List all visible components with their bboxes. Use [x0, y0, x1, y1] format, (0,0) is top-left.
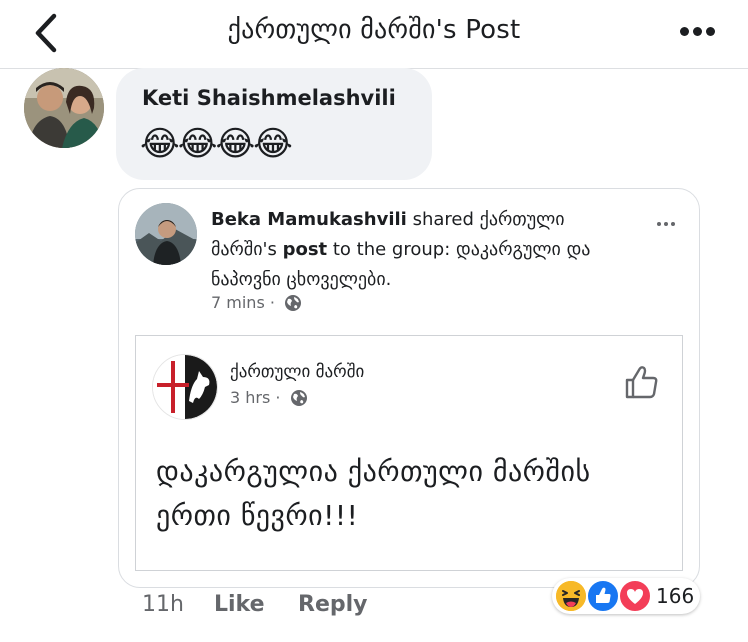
page-title: ქართული მარში's Post [227, 15, 521, 45]
profile-photo [135, 203, 197, 265]
comment-time[interactable]: 11h [142, 592, 184, 617]
sharer-name[interactable]: Beka Mamukashvili [211, 209, 407, 230]
more-horizontal-icon [680, 27, 689, 36]
comment-bubble[interactable]: Keti Shaishmelashvili 😂😂😂😂 [116, 68, 432, 180]
globe-icon [290, 390, 307, 406]
page-name[interactable]: ქართული მარში [230, 362, 364, 382]
sharer-avatar[interactable] [135, 203, 197, 265]
share-meta: 7 mins · [211, 293, 302, 312]
share-action-text: shared [406, 209, 480, 230]
more-options-button[interactable] [678, 22, 722, 42]
like-page-button[interactable] [624, 364, 660, 400]
thumbs-up-icon [625, 366, 658, 399]
share-time[interactable]: 7 mins [211, 293, 265, 312]
like-reaction-icon [586, 579, 620, 613]
post-meta: 3 hrs · [230, 388, 308, 407]
meta-separator: · [269, 293, 275, 312]
post-text: დაკარგულია ქართული მარშის ერთი წევრი!!! [156, 455, 591, 532]
like-button[interactable]: Like [214, 592, 265, 617]
meta-separator: · [275, 388, 281, 407]
original-post[interactable]: ქართული მარში 3 hrs · დაკარგულია ქართული… [135, 335, 683, 571]
group-prefix: to the group: [327, 239, 456, 260]
page-logo[interactable] [152, 354, 218, 420]
comment-author[interactable]: Keti Shaishmelashvili [142, 86, 396, 110]
profile-photo [24, 68, 104, 148]
love-reaction-icon [618, 579, 652, 613]
comment-text: 😂😂😂😂 [140, 124, 293, 164]
reaction-count: 166 [656, 584, 695, 608]
reply-button[interactable]: Reply [298, 592, 368, 617]
globe-icon [285, 295, 302, 311]
card-more-button[interactable] [655, 211, 681, 226]
share-description: Beka Mamukashvili shared ქართული მარში's… [211, 205, 621, 295]
more-horizontal-icon [656, 222, 661, 226]
page-logo-image [153, 355, 217, 419]
haha-reaction-icon [556, 581, 586, 611]
avatar[interactable] [24, 68, 104, 148]
shared-post-card[interactable]: Beka Mamukashvili shared ქართული მარში's… [118, 188, 700, 588]
post-link[interactable]: post [283, 239, 328, 260]
top-bar: ქართული მარში's Post [0, 0, 748, 69]
reactions-summary[interactable]: 166 [552, 578, 700, 614]
post-time[interactable]: 3 hrs [230, 388, 270, 407]
